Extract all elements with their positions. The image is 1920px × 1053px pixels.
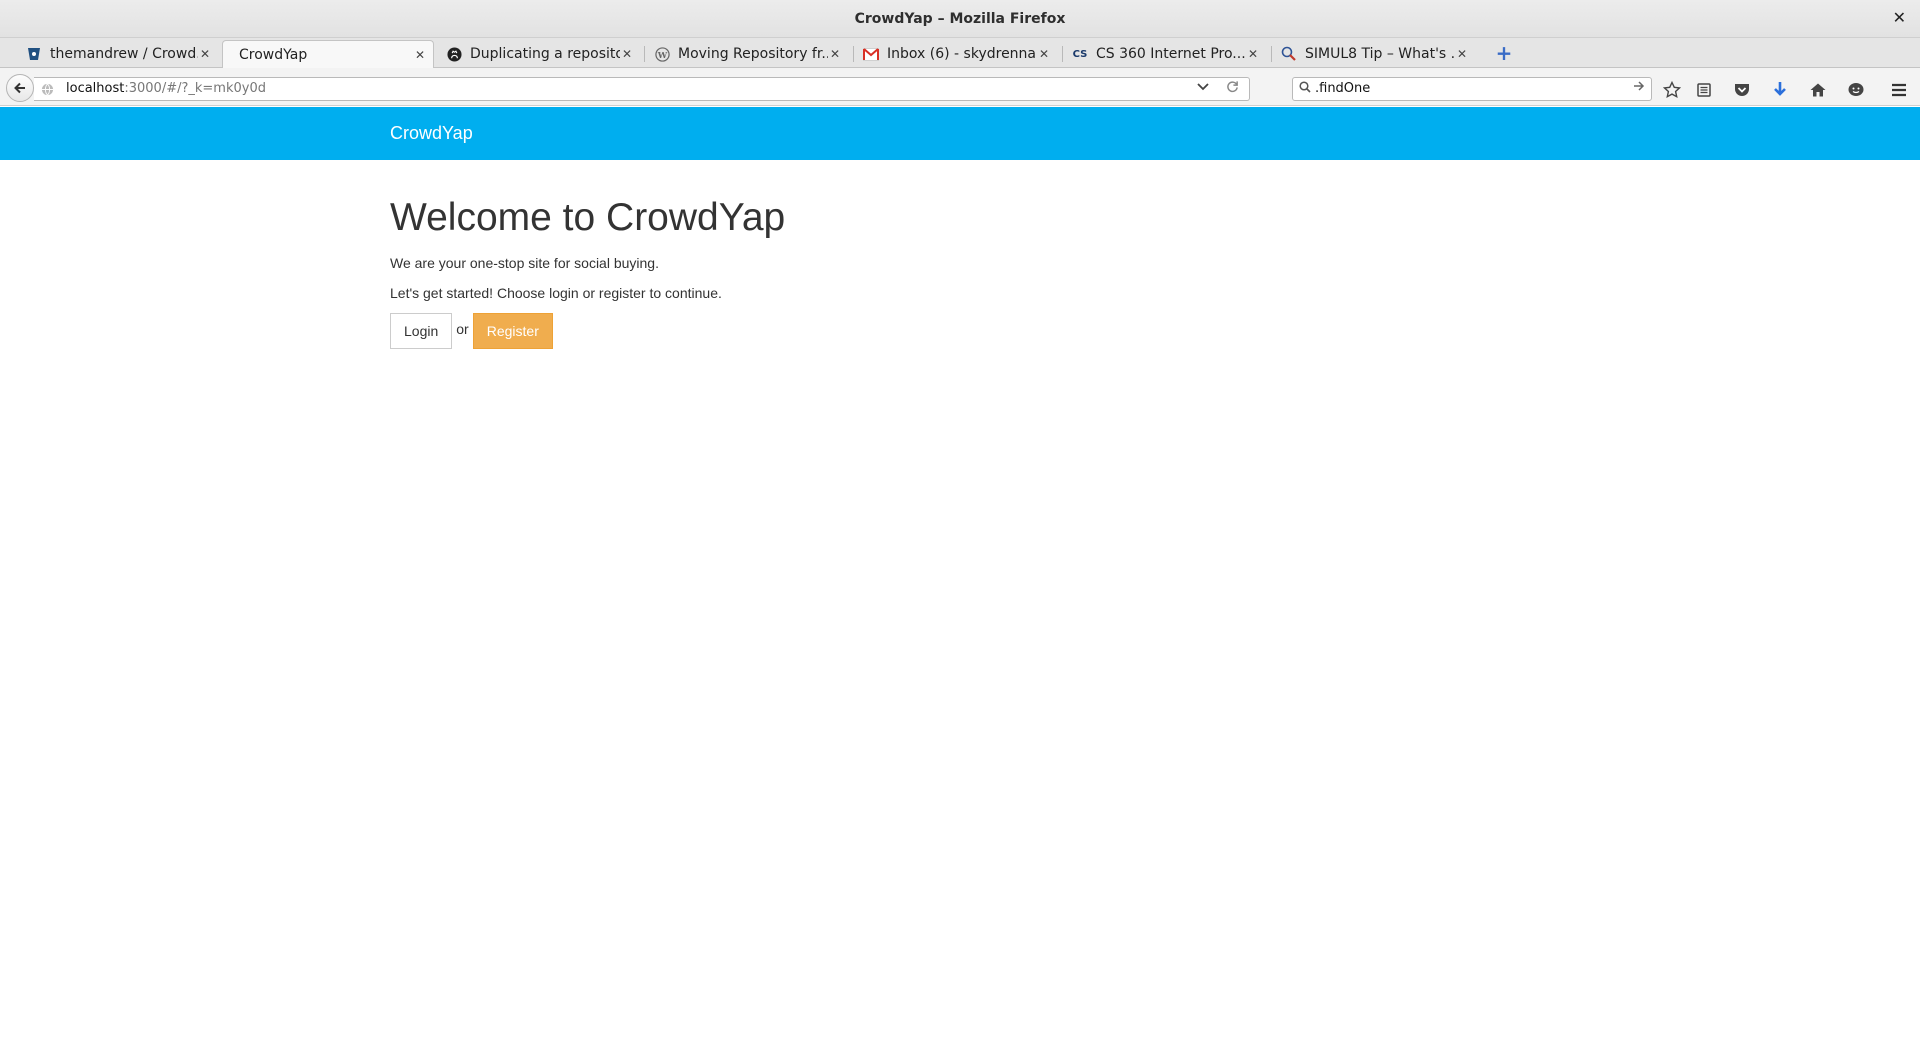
bitbucket-icon (26, 46, 42, 62)
url-text[interactable]: localhost:3000/#/?_k=mk0y0d (66, 81, 266, 96)
tab-close-icon[interactable]: ✕ (1246, 47, 1260, 61)
tab-strip: themandrew / Crowd... ✕ CrowdYap ✕ Dupli… (0, 38, 1920, 69)
tab-cs360[interactable]: CS CS 360 Internet Pro... ✕ (1066, 40, 1266, 68)
tab-separator (644, 46, 645, 62)
tab-separator (1271, 46, 1272, 62)
tab-wordpress[interactable]: W Moving Repository fr... ✕ (648, 40, 848, 68)
page-title: Welcome to CrowdYap (390, 196, 786, 239)
tab-label: Moving Repository fr... (678, 46, 828, 62)
tab-separator (853, 46, 854, 62)
brand-link[interactable]: CrowdYap (390, 123, 473, 144)
or-separator-text: or (456, 321, 469, 337)
bookmarks-list-icon[interactable] (1693, 79, 1715, 101)
tab-close-icon[interactable]: ✕ (1037, 47, 1051, 61)
search-bar[interactable]: .findOne (1292, 77, 1652, 101)
window-close-icon[interactable]: ✕ (1893, 8, 1906, 27)
cs-icon: CS (1072, 48, 1088, 60)
home-icon[interactable] (1807, 79, 1829, 101)
tab-separator (1062, 46, 1063, 62)
search-input[interactable]: .findOne (1315, 81, 1370, 96)
github-icon (446, 46, 462, 62)
tab-label: themandrew / Crowd... (50, 46, 198, 62)
url-bar[interactable]: localhost:3000/#/?_k=mk0y0d (34, 77, 1250, 101)
login-button[interactable]: Login (390, 313, 453, 349)
bookmark-star-icon[interactable] (1661, 79, 1683, 101)
tab-bitbucket[interactable]: themandrew / Crowd... ✕ (20, 40, 218, 68)
tab-label: Inbox (6) - skydrenna... (887, 46, 1037, 62)
search-icon (1299, 81, 1311, 96)
downloads-arrow-icon[interactable] (1769, 79, 1791, 101)
tab-close-icon[interactable]: ✕ (198, 47, 212, 61)
tab-close-icon[interactable]: ✕ (620, 47, 634, 61)
tab-close-icon[interactable]: ✕ (413, 48, 427, 62)
window-titlebar: CrowdYap – Mozilla Firefox ✕ (0, 0, 1920, 38)
welcome-section: Welcome to CrowdYap We are your one-stop… (390, 196, 1530, 349)
tab-label: Duplicating a reposito... (470, 46, 620, 62)
auth-actions: Login or Register (390, 313, 1530, 349)
new-tab-plus-icon[interactable]: + (1494, 41, 1514, 65)
site-info-globe-icon[interactable] (40, 82, 54, 96)
navigation-toolbar: localhost:3000/#/?_k=mk0y0d .findOne (0, 68, 1920, 106)
pocket-icon[interactable] (1731, 79, 1753, 101)
tab-label: SIMUL8 Tip – What's ... (1305, 46, 1455, 62)
hamburger-menu-icon[interactable] (1888, 79, 1910, 101)
simul8-icon (1281, 46, 1297, 62)
back-arrow-icon[interactable] (6, 74, 34, 102)
url-history-chevron-down-icon[interactable] (1197, 80, 1209, 95)
tagline-text: We are your one-stop site for social buy… (390, 255, 659, 271)
url-host: localhost (66, 81, 125, 96)
tab-gmail[interactable]: Inbox (6) - skydrenna... ✕ (857, 40, 1057, 68)
register-button[interactable]: Register (472, 313, 553, 349)
wordpress-icon: W (654, 46, 670, 62)
window-title: CrowdYap – Mozilla Firefox (854, 10, 1066, 27)
tab-simul8[interactable]: SIMUL8 Tip – What's ... ✕ (1275, 40, 1475, 68)
reload-icon[interactable] (1226, 80, 1239, 97)
url-path: :3000/#/?_k=mk0y0d (124, 81, 266, 96)
tab-label: CS 360 Internet Pro... (1096, 46, 1246, 62)
gmail-icon (863, 46, 879, 62)
svg-text:W: W (656, 49, 667, 59)
instruction-text: Let's get started! Choose login or regis… (390, 285, 722, 301)
search-go-arrow-icon[interactable] (1633, 80, 1645, 96)
tab-github[interactable]: Duplicating a reposito... ✕ (440, 40, 640, 68)
hello-chat-icon[interactable] (1845, 79, 1867, 101)
app-header: CrowdYap (0, 107, 1920, 160)
tab-close-icon[interactable]: ✕ (1455, 47, 1469, 61)
tab-crowdyap[interactable]: CrowdYap ✕ (222, 40, 434, 69)
tab-close-icon[interactable]: ✕ (828, 47, 842, 61)
tab-label: CrowdYap (239, 47, 308, 63)
